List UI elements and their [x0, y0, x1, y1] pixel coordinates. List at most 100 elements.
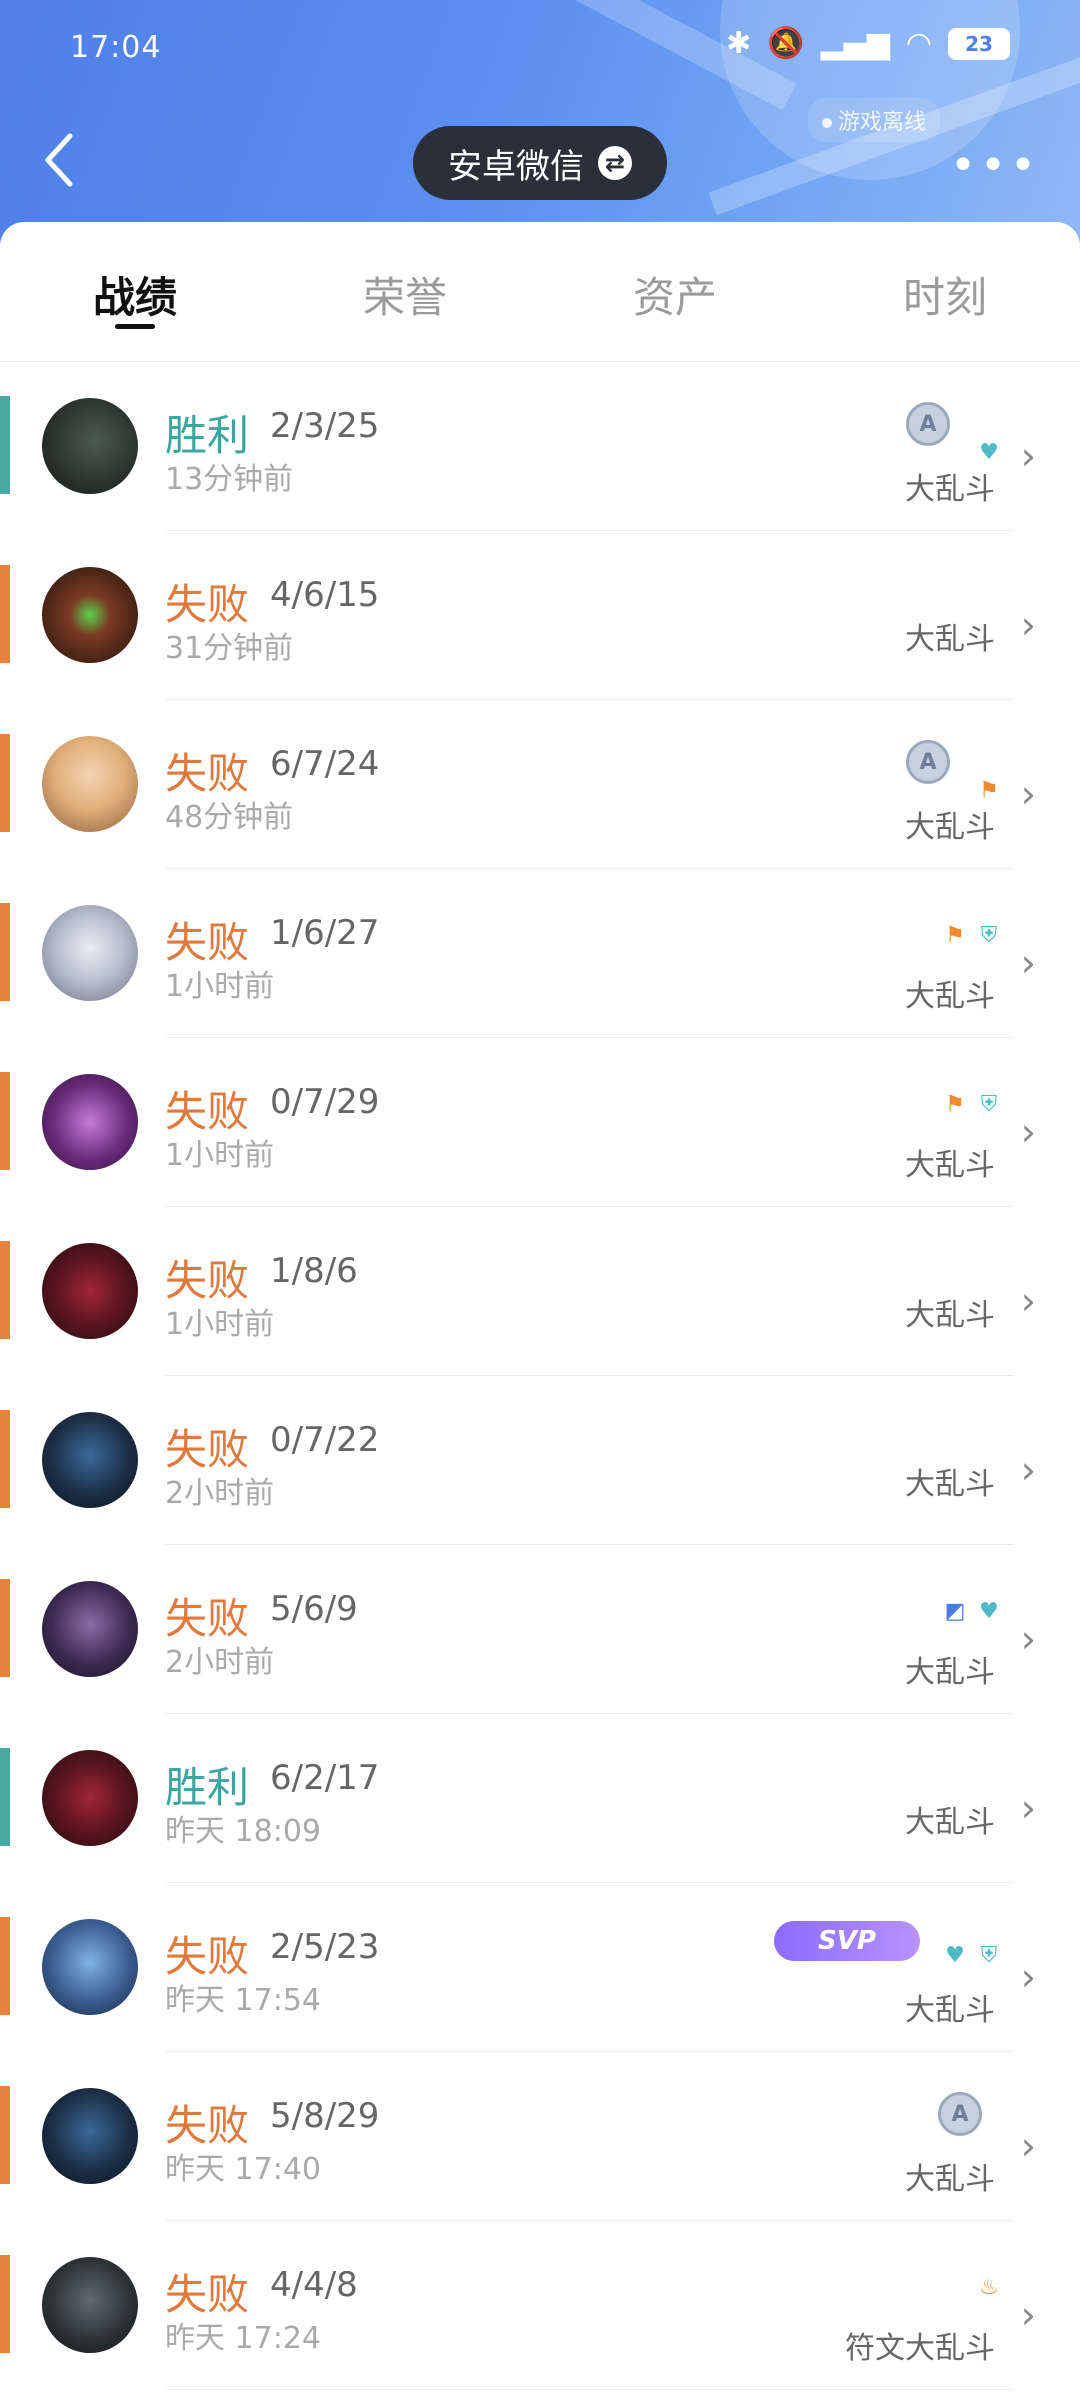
match-kda: 0/7/29 [270, 1082, 380, 1122]
bluetooth-icon: ✱ [726, 26, 752, 61]
match-kda: 0/7/22 [270, 1420, 380, 1460]
match-kda: 5/6/9 [270, 1589, 358, 1629]
match-time: 昨天 17:40 [165, 2152, 321, 2187]
signal-icon: ▂▄▆ [820, 26, 890, 61]
flag-icon: ⚑ [945, 922, 965, 948]
match-time: 1小时前 [165, 1138, 275, 1173]
heart-plus-icon: ♥ [979, 439, 999, 465]
game-mode: 大乱斗 [905, 1655, 995, 1690]
match-row[interactable]: 失败 0/7/22 2小时前 大乱斗 › [0, 1376, 1080, 1545]
game-mode: 大乱斗 [905, 1467, 995, 1502]
result-indicator-bar [0, 1072, 10, 1170]
champion-avatar [42, 1074, 138, 1170]
result-indicator-bar [0, 1241, 10, 1339]
chevron-right-icon: › [1020, 772, 1036, 816]
champion-avatar [42, 1581, 138, 1677]
match-time: 1小时前 [165, 1307, 275, 1342]
match-row[interactable]: 失败 1/6/27 1小时前 ⚑ ⛨ 大乱斗 › [0, 869, 1080, 1038]
back-button[interactable] [40, 130, 80, 190]
tab-assets[interactable]: 资产 [540, 222, 810, 361]
match-kda: 5/8/29 [270, 2096, 380, 2136]
tab-moments[interactable]: 时刻 [810, 222, 1080, 361]
badge-group: ⚑ ⛨ [942, 1082, 1002, 1126]
match-time: 1小时前 [165, 969, 275, 1004]
champion-avatar [42, 905, 138, 1001]
match-time: 2小时前 [165, 1476, 275, 1511]
game-mode: 符文大乱斗 [845, 2331, 995, 2366]
wifi-icon: ◠ [905, 26, 932, 61]
chevron-right-icon: › [1020, 434, 1036, 478]
heart-plus-icon: ♥ [945, 1942, 965, 1968]
game-mode: 大乱斗 [905, 810, 995, 845]
badge-group: ◩ ♥ [942, 1589, 1002, 1633]
badge-group: ♥ ⛨ [942, 1933, 1002, 1977]
chevron-right-icon: › [1020, 1279, 1036, 1323]
match-time: 2小时前 [165, 1645, 275, 1680]
shield-icon: ⛨ [980, 1091, 998, 1117]
badge-group: ⚑ ⛨ [942, 913, 1002, 957]
badge-group: A [906, 740, 950, 784]
match-list: 胜利 2/3/25 13分钟前 A ♥ 大乱斗 › 失败 4/6/15 31分钟… [0, 362, 1080, 2390]
match-row[interactable]: 失败 0/7/29 1小时前 ⚑ ⛨ 大乱斗 › [0, 1038, 1080, 1207]
result-indicator-bar [0, 734, 10, 832]
header: 17:04 ✱ 🔕 ▂▄▆ ◠ 23 游戏离线 安卓微信 ⇄ ••• [0, 0, 1080, 250]
row-divider [165, 2389, 1014, 2390]
mute-icon: 🔕 [767, 26, 805, 61]
game-mode: 大乱斗 [905, 2162, 995, 2197]
achievement-a-icon: A [938, 2092, 982, 2136]
result-indicator-bar [0, 2255, 10, 2353]
match-row[interactable]: 胜利 2/3/25 13分钟前 A ♥ 大乱斗 › [0, 362, 1080, 531]
game-mode: 大乱斗 [905, 1805, 995, 1840]
more-button[interactable]: ••• [950, 140, 1040, 191]
chevron-right-icon: › [1020, 1110, 1036, 1154]
badge-group: SVP [774, 1919, 920, 1963]
match-time: 48分钟前 [165, 800, 294, 835]
match-time: 13分钟前 [165, 462, 294, 497]
status-bar-icons: ✱ 🔕 ▂▄▆ ◠ 23 [726, 26, 1010, 61]
match-kda: 2/5/23 [270, 1927, 380, 1967]
match-time: 昨天 17:54 [165, 1983, 321, 2018]
game-mode: 大乱斗 [905, 979, 995, 1014]
match-row[interactable]: 胜利 6/2/17 昨天 18:09 大乱斗 › [0, 1714, 1080, 1883]
tab-honor[interactable]: 荣誉 [270, 222, 540, 361]
result-indicator-bar [0, 565, 10, 663]
flag-icon: ⚑ [979, 777, 999, 803]
chevron-right-icon: › [1020, 1448, 1036, 1492]
result-indicator-bar [0, 1410, 10, 1508]
match-row[interactable]: 失败 4/4/8 昨天 17:24 ♨ 符文大乱斗 › [0, 2221, 1080, 2390]
champion-avatar [42, 1412, 138, 1508]
match-kda: 6/2/17 [270, 1758, 380, 1798]
swap-icon: ⇄ [598, 146, 632, 180]
tank-icon: ◩ [944, 1598, 966, 1624]
heart-plus-icon: ♥ [979, 1598, 999, 1624]
match-time: 昨天 17:24 [165, 2321, 321, 2356]
achievement-a-icon: A [906, 402, 950, 446]
account-label: 安卓微信 [448, 146, 584, 187]
champion-avatar [42, 1243, 138, 1339]
champion-avatar [42, 2257, 138, 2353]
match-row[interactable]: 失败 5/8/29 昨天 17:40 A 大乱斗 › [0, 2052, 1080, 2221]
chevron-right-icon: › [1020, 1955, 1036, 1999]
match-kda: 4/6/15 [270, 575, 380, 615]
champion-avatar [42, 2088, 138, 2184]
match-row[interactable]: 失败 6/7/24 48分钟前 A ⚑ 大乱斗 › [0, 700, 1080, 869]
account-switch-button[interactable]: 安卓微信 ⇄ [413, 126, 667, 200]
chevron-right-icon: › [1020, 2124, 1036, 2168]
chevron-right-icon: › [1020, 1786, 1036, 1830]
shield-icon: ⛨ [980, 1942, 998, 1968]
match-row[interactable]: 失败 5/6/9 2小时前 ◩ ♥ 大乱斗 › [0, 1545, 1080, 1714]
champion-avatar [42, 1750, 138, 1846]
result-indicator-bar [0, 396, 10, 494]
champion-avatar [42, 1919, 138, 2015]
status-time: 17:04 [70, 30, 162, 65]
champion-avatar [42, 736, 138, 832]
tab-record[interactable]: 战绩 [0, 222, 270, 361]
result-indicator-bar [0, 1579, 10, 1677]
match-row[interactable]: 失败 4/6/15 31分钟前 大乱斗 › [0, 531, 1080, 700]
match-row[interactable]: 失败 2/5/23 昨天 17:54 SVP ♥ ⛨ 大乱斗 › [0, 1883, 1080, 2052]
match-row[interactable]: 失败 1/8/6 1小时前 大乱斗 › [0, 1207, 1080, 1376]
match-kda: 2/3/25 [270, 406, 380, 446]
chevron-right-icon: › [1020, 941, 1036, 985]
result-indicator-bar [0, 1917, 10, 2015]
chevron-right-icon: › [1020, 2293, 1036, 2337]
